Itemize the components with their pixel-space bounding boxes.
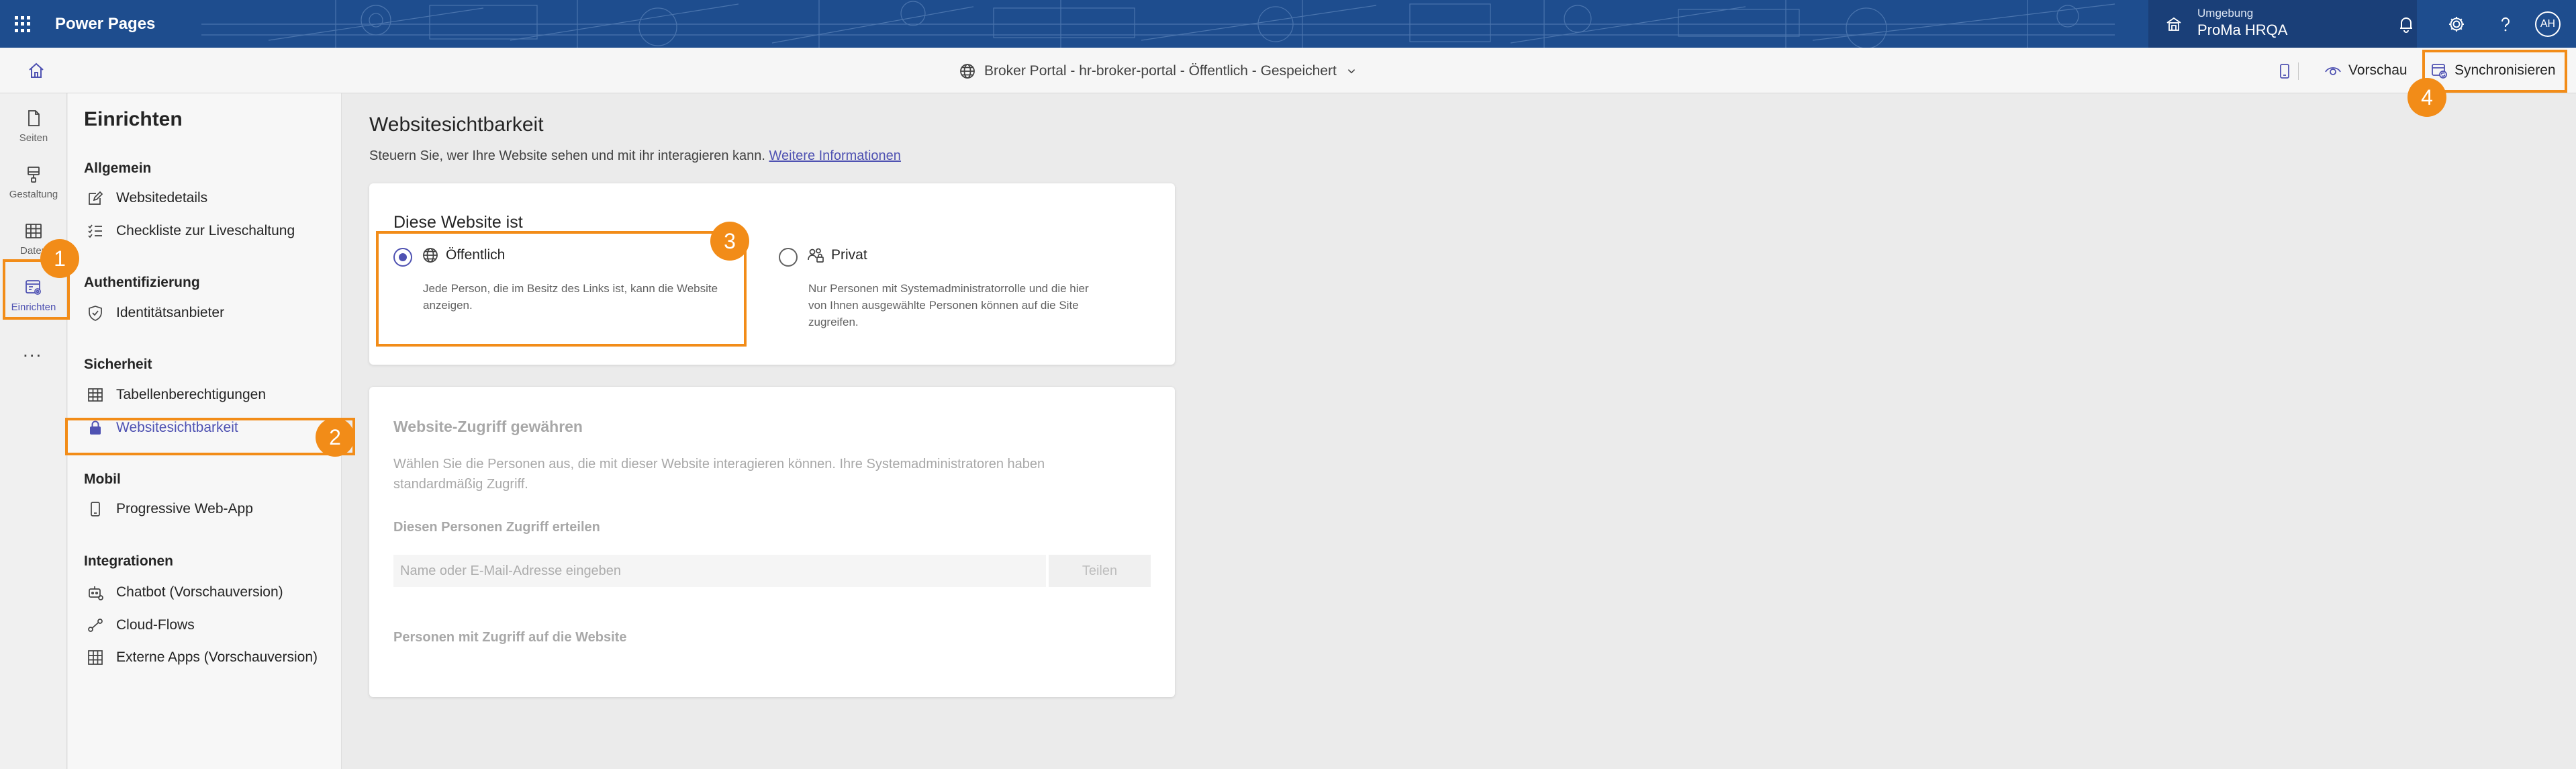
sync-button[interactable]: Synchronisieren <box>2430 58 2556 83</box>
rail-item-styling[interactable]: Gestaltung <box>0 155 67 206</box>
main-content: Websitesichtbarkeit Steuern Sie, wer Ihr… <box>342 93 2576 769</box>
sync-label: Synchronisieren <box>2454 62 2556 78</box>
preview-button[interactable]: Vorschau <box>2324 58 2407 83</box>
chevron-down-icon <box>1347 69 1355 74</box>
nav-item-external-apps[interactable]: Externe Apps (Vorschauversion) <box>84 643 332 672</box>
preview-label: Vorschau <box>2348 62 2407 78</box>
shield-icon <box>89 306 102 321</box>
nav-item-table-permissions[interactable]: Tabellenberechtigungen <box>84 380 332 410</box>
people-search-input[interactable] <box>393 555 1046 587</box>
grant-access-title: Website-Zugriff gewähren <box>393 418 583 435</box>
environment-icon <box>2166 17 2181 31</box>
avatar[interactable]: AH <box>2535 11 2561 37</box>
private-option-description: Nur Personen mit Systemadministratorroll… <box>808 282 1089 328</box>
bell-icon[interactable] <box>2395 13 2417 35</box>
setup-icon <box>26 280 41 295</box>
rail-item-label: Gestaltung <box>9 189 58 200</box>
private-option-label[interactable]: Privat <box>807 246 867 264</box>
share-button[interactable]: Teilen <box>1049 555 1151 587</box>
nav-section-mobile: Mobil <box>84 471 121 487</box>
more-info-link[interactable]: Weitere Informationen <box>769 148 901 163</box>
grant-access-card: Website-Zugriff gewähren Wählen Sie die … <box>369 387 1175 697</box>
mobile-preview-icon[interactable] <box>2276 62 2293 80</box>
public-radio[interactable] <box>393 248 412 267</box>
nav-item-website-visibility[interactable]: Websitesichtbarkeit <box>84 413 332 443</box>
gear-icon[interactable] <box>2446 13 2467 35</box>
annotation-badge-3: 3 <box>710 222 749 261</box>
table-icon <box>88 388 103 402</box>
app-header: Power Pages Umgebung ProMa HRQA AH <box>0 0 2576 48</box>
page-icon <box>28 110 40 126</box>
site-title-dropdown[interactable]: Broker Portal - hr-broker-portal - Öffen… <box>959 61 1358 81</box>
annotation-badge-2: 2 <box>316 418 354 457</box>
eye-icon <box>2325 67 2341 75</box>
site-title-text: Broker Portal - hr-broker-portal - Öffen… <box>984 63 1337 79</box>
app-launcher-icon[interactable] <box>15 16 31 32</box>
nav-item-chatbot[interactable]: Chatbot (Vorschauversion) <box>84 578 332 607</box>
checklist-icon <box>88 224 102 238</box>
toolbar-divider <box>2298 62 2299 80</box>
public-option-description: Jede Person, die im Besitz des Links ist… <box>423 282 718 312</box>
rail-item-label: Seiten <box>19 132 48 144</box>
nav-item-cloud-flows[interactable]: Cloud-Flows <box>84 610 332 640</box>
globe-icon <box>960 64 975 79</box>
nav-title: Einrichten <box>84 108 183 130</box>
lock-icon <box>90 420 101 435</box>
grant-access-description: Wählen Sie die Personen aus, die mit die… <box>393 457 1045 492</box>
paint-brush-icon <box>28 167 40 183</box>
environment-value[interactable]: ProMa HRQA <box>2197 21 2287 39</box>
edit-icon <box>89 191 103 205</box>
app-name[interactable]: Power Pages <box>55 15 155 34</box>
nav-section-general: Allgemein <box>84 161 152 176</box>
grant-access-subtitle: Diesen Personen Zugriff erteilen <box>393 520 600 535</box>
nav-item-identity-providers[interactable]: Identitätsanbieter <box>84 298 332 328</box>
page-description: Steuern Sie, wer Ihre Website sehen und … <box>369 148 901 163</box>
environment-label: Umgebung <box>2197 7 2254 19</box>
help-icon[interactable] <box>2495 13 2516 35</box>
annotation-badge-4: 4 <box>2407 78 2446 117</box>
grid-icon <box>88 650 103 665</box>
sync-icon <box>2432 64 2447 79</box>
public-option-label[interactable]: Öffentlich <box>422 246 505 264</box>
private-radio[interactable] <box>779 248 798 267</box>
page-title: Websitesichtbarkeit <box>369 114 544 136</box>
table-icon <box>26 224 42 238</box>
phone-icon <box>91 502 100 516</box>
nav-item-go-live-checklist[interactable]: Checkliste zur Liveschaltung <box>84 216 332 246</box>
home-icon[interactable] <box>27 61 46 80</box>
nav-section-security: Sicherheit <box>84 357 152 372</box>
flow-icon <box>88 619 103 632</box>
left-rail: Seiten Gestaltung Daten Einrichten ... <box>0 93 67 769</box>
people-with-access-title: Personen mit Zugriff auf die Website <box>393 630 627 645</box>
people-lock-icon <box>808 248 824 263</box>
nav-item-progressive-web-app[interactable]: Progressive Web-App <box>84 494 332 524</box>
annotation-badge-1: 1 <box>40 239 79 278</box>
setup-nav-panel: Einrichten Allgemein Websitedetails Chec… <box>68 93 342 769</box>
nav-section-integrations: Integrationen <box>84 553 174 569</box>
nav-section-authentication: Authentifizierung <box>84 275 200 290</box>
rail-item-label: Einrichten <box>11 302 56 313</box>
more-icon[interactable]: ... <box>23 340 42 361</box>
nav-item-website-details[interactable]: Websitedetails <box>84 183 332 213</box>
globe-icon <box>423 248 438 263</box>
bot-icon <box>89 586 103 600</box>
visibility-card: Diese Website ist Öffentlich Jede Person… <box>369 183 1175 365</box>
command-bar: Broker Portal - hr-broker-portal - Öffen… <box>0 48 2576 93</box>
visibility-title: Diese Website ist <box>393 213 523 232</box>
rail-item-pages[interactable]: Seiten <box>0 99 67 150</box>
